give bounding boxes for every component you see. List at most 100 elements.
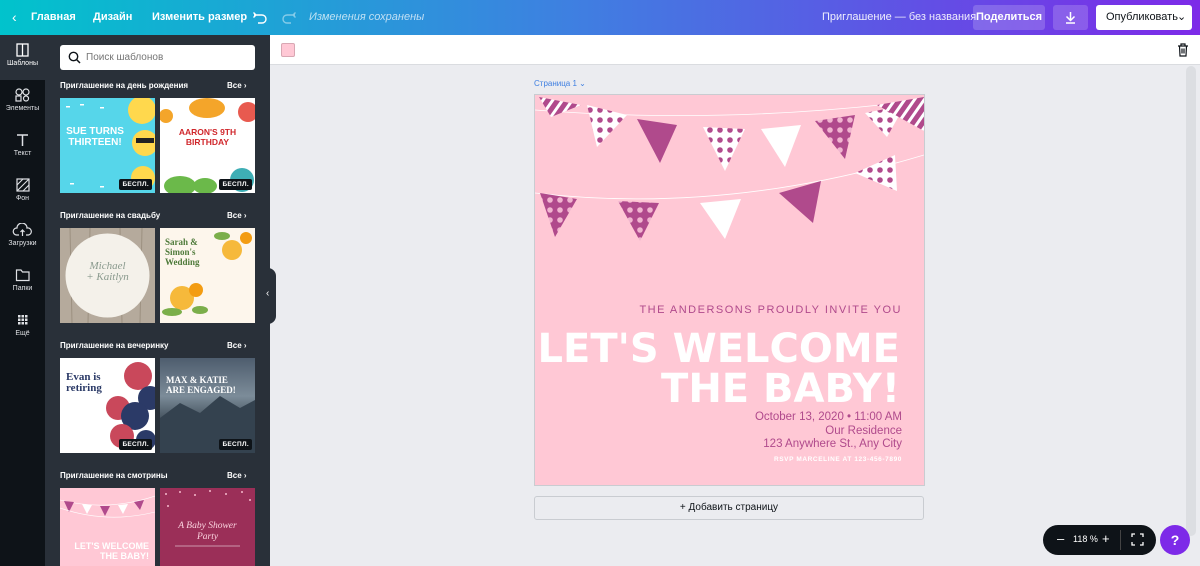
rail-label: Ещё	[15, 330, 30, 337]
side-rail: Шаблоны Элементы Текст Фон Загрузки Папк…	[0, 35, 45, 566]
templates-panel: Приглашение на день рождения Все › SUE T…	[45, 35, 270, 566]
zoom-in-button[interactable]: +	[1102, 531, 1110, 546]
see-all-label: Все	[227, 81, 242, 90]
template-thumb-baby[interactable]: LET'S WELCOME THE BABY!	[60, 488, 155, 566]
rail-label: Загрузки	[8, 240, 37, 247]
invite-headline-1[interactable]: LET'S WELCOME	[538, 329, 901, 369]
design-menu[interactable]: Дизайн	[93, 0, 132, 35]
chevron-left-icon: ‹	[266, 288, 270, 299]
thumb-title: SUE TURNS THIRTEEN!	[65, 126, 125, 148]
thumb-title-line: SUE TURNS	[66, 126, 124, 137]
thumb-title-line: AARON'S 9TH	[178, 127, 237, 137]
template-thumb-max[interactable]: MAX & KATIE ARE ENGAGED! БЕСПЛ.	[160, 358, 255, 453]
free-badge: БЕСПЛ.	[119, 179, 152, 190]
top-bar: ‹ Главная Дизайн Изменить размер Изменен…	[0, 0, 1200, 35]
trash-icon[interactable]	[1176, 42, 1190, 57]
search-box[interactable]	[60, 45, 255, 70]
rail-item-templates[interactable]: Шаблоны	[0, 35, 45, 80]
rail-item-elements[interactable]: Элементы	[0, 80, 45, 125]
undo-icon[interactable]	[252, 9, 268, 26]
template-thumb-shower[interactable]: A Baby Shower Party	[160, 488, 255, 566]
more-grid-icon	[0, 305, 45, 329]
thumb-title-line: BIRTHDAY	[185, 137, 230, 147]
thumb-title-line: Simon's	[165, 247, 196, 257]
invite-headline-2[interactable]: THE BABY!	[661, 369, 900, 409]
elements-icon	[0, 80, 45, 104]
zoom-out-button[interactable]: –	[1057, 531, 1064, 546]
rail-item-background[interactable]: Фон	[0, 170, 45, 215]
thumb-title-line: A Baby Shower	[178, 521, 237, 531]
see-all-birthday[interactable]: Все ›	[227, 81, 247, 90]
publish-button[interactable]: Опубликовать ⌄	[1096, 5, 1192, 30]
editor-toolbar	[270, 35, 1200, 65]
rail-item-folders[interactable]: Папки	[0, 260, 45, 305]
section-title-baby: Приглашение на смотрины	[60, 471, 168, 480]
invite-address[interactable]: 123 Anywhere St., Any City	[763, 438, 902, 450]
page-label-text: Страница 1	[534, 79, 577, 88]
back-chevron-icon[interactable]: ‹	[12, 0, 17, 35]
section-title-party: Приглашение на вечеринку	[60, 341, 169, 350]
thumb-title-line: retiring	[66, 382, 102, 394]
template-thumb-aaron[interactable]: AARON'S 9TH BIRTHDAY БЕСПЛ.	[160, 98, 255, 193]
rail-item-text[interactable]: Текст	[0, 125, 45, 170]
rail-item-more[interactable]: Ещё	[0, 305, 45, 350]
zoom-control: – 118 % +	[1043, 525, 1156, 555]
section-title-birthday: Приглашение на день рождения	[60, 81, 189, 90]
redo-icon[interactable]	[281, 9, 297, 26]
invite-intro[interactable]: THE ANDERSONS PROUDLY INVITE YOU	[639, 304, 902, 316]
help-button[interactable]: ?	[1160, 525, 1190, 555]
invite-date[interactable]: October 13, 2020 • 11:00 AM	[755, 411, 902, 423]
template-thumb-sue[interactable]: SUE TURNS THIRTEEN! БЕСПЛ.	[60, 98, 155, 193]
home-button[interactable]: Главная	[31, 0, 76, 35]
vertical-scrollbar[interactable]	[1186, 66, 1196, 536]
zoom-value[interactable]: 118 %	[1073, 534, 1098, 544]
thumb-title-line: LET'S WELCOME	[74, 541, 149, 551]
design-canvas[interactable]: THE ANDERSONS PROUDLY INVITE YOU LET'S W…	[534, 94, 925, 486]
template-thumb-michael[interactable]: Michael + Kaitlyn	[60, 228, 155, 323]
see-all-baby[interactable]: Все ›	[227, 471, 247, 480]
thumb-title: LET'S WELCOME THE BABY!	[74, 541, 149, 561]
thumb-title: MAX & KATIE ARE ENGAGED!	[166, 375, 236, 395]
rail-label: Элементы	[5, 105, 40, 112]
color-swatch[interactable]	[281, 43, 295, 57]
templates-icon	[0, 35, 45, 59]
page-label[interactable]: Страница 1 ⌄	[534, 79, 586, 88]
fullscreen-icon[interactable]	[1131, 533, 1144, 546]
collapse-panel-handle[interactable]: ‹	[264, 268, 276, 324]
download-button[interactable]	[1053, 5, 1088, 30]
thumb-title-line: THE BABY!	[100, 551, 149, 561]
see-all-label: Все	[227, 211, 242, 220]
thumb-title-line: MAX & KATIE	[166, 375, 228, 385]
see-all-wedding[interactable]: Все ›	[227, 211, 247, 220]
thumb-title-line: THIRTEEN!	[68, 137, 122, 148]
rail-label: Шаблоны	[7, 60, 38, 67]
thumb-title: A Baby Shower Party	[160, 521, 255, 543]
document-title[interactable]: Приглашение — без названия	[822, 0, 976, 35]
divider	[1120, 530, 1121, 550]
thumb-title: AARON'S 9TH BIRTHDAY	[160, 127, 255, 147]
rail-item-uploads[interactable]: Загрузки	[0, 215, 45, 260]
resize-button[interactable]: Изменить размер	[152, 0, 247, 35]
thumb-title-line: Sarah &	[165, 237, 198, 247]
thumb-title: Michael + Kaitlyn	[60, 261, 155, 283]
text-icon	[0, 125, 45, 149]
template-thumb-sarah[interactable]: Sarah & Simon's Wedding	[160, 228, 255, 323]
invite-rsvp[interactable]: RSVP MARCELINE AT 123-456-7890	[774, 456, 902, 463]
section-title-wedding: Приглашение на свадьбу	[60, 211, 161, 220]
thumb-title: Sarah & Simon's Wedding	[165, 237, 200, 267]
add-page-button[interactable]: + Добавить страницу	[534, 496, 924, 520]
background-icon	[0, 170, 45, 194]
search-input[interactable]	[86, 45, 251, 70]
template-thumb-evan[interactable]: Evan is retiring БЕСПЛ.	[60, 358, 155, 453]
see-all-label: Все	[227, 341, 242, 350]
see-all-party[interactable]: Все ›	[227, 341, 247, 350]
thumb-title-line: + Kaitlyn	[86, 271, 129, 283]
see-all-label: Все	[227, 471, 242, 480]
thumb-title-line: Party	[196, 532, 219, 542]
thumb-title-line: Wedding	[165, 257, 200, 267]
share-button[interactable]: Поделиться	[973, 5, 1045, 30]
folder-icon	[0, 260, 45, 284]
upload-icon	[0, 215, 45, 239]
rail-label: Фон	[15, 195, 30, 202]
invite-place[interactable]: Our Residence	[825, 425, 902, 437]
